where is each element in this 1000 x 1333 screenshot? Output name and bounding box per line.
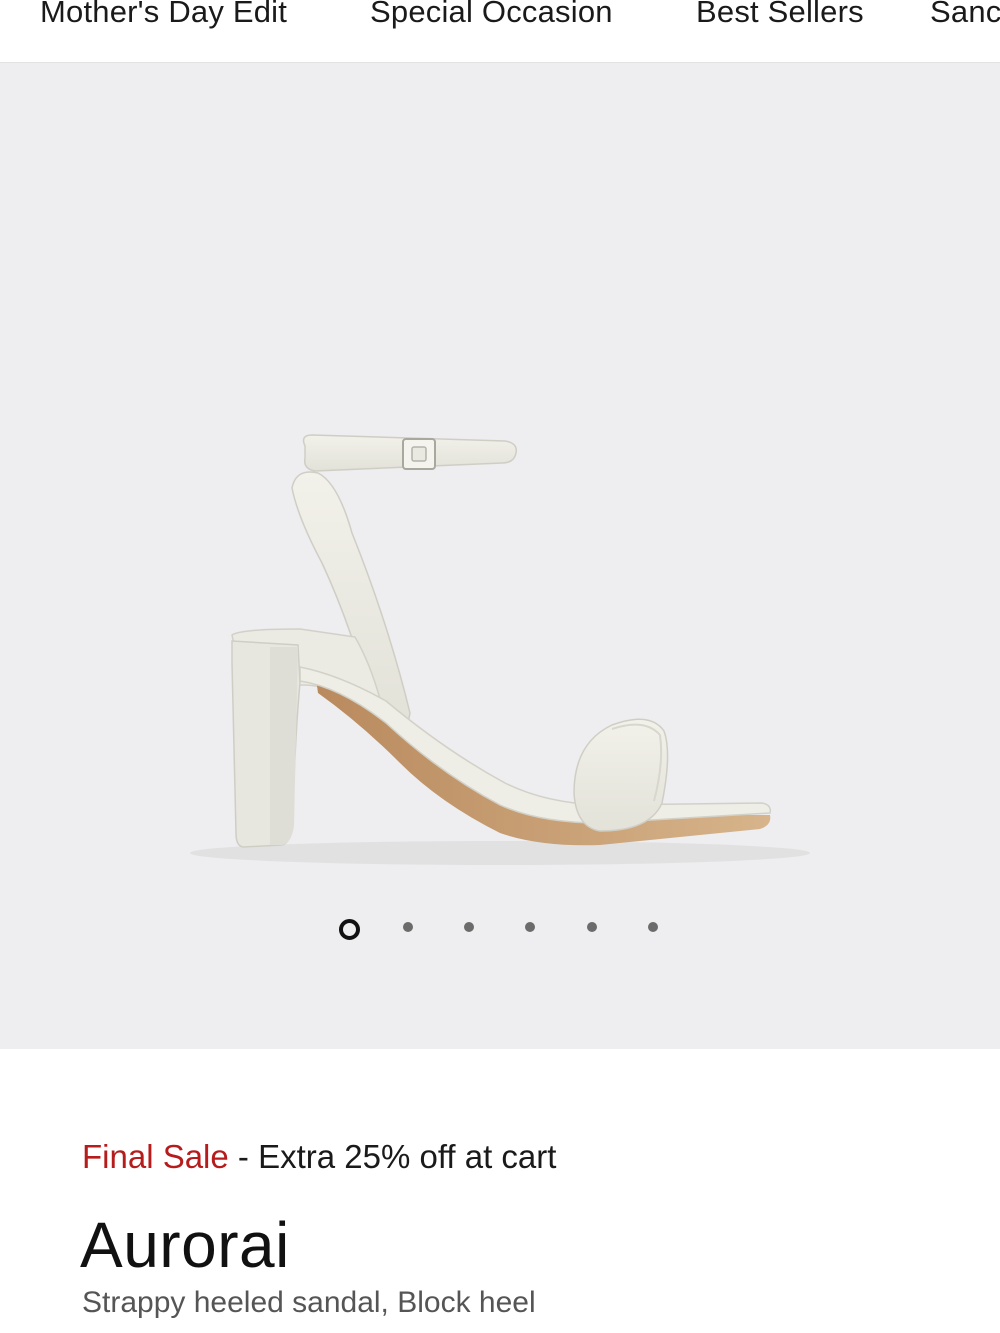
category-nav: Mother's Day Edit Special Occasion Best … (0, 0, 1000, 63)
nav-item-mothers-day-edit[interactable]: Mother's Day Edit (40, 0, 287, 36)
carousel-dot-1[interactable] (339, 919, 360, 940)
carousel-dot-6[interactable] (648, 922, 658, 932)
product-image-gallery[interactable] (0, 63, 1000, 1049)
promo-text: - Extra 25% off at cart (228, 1138, 557, 1175)
nav-item-special-occasion[interactable]: Special Occasion (370, 0, 613, 36)
final-sale-label: Final Sale (82, 1138, 229, 1175)
carousel-dot-3[interactable] (464, 922, 474, 932)
product-name: Aurorai (80, 1209, 290, 1281)
product-info: Final Sale - Extra 25% off at cart Auror… (0, 1049, 1000, 1333)
nav-item-best-sellers[interactable]: Best Sellers (696, 0, 864, 36)
carousel-dot-4[interactable] (525, 922, 535, 932)
nav-item-sandals[interactable]: Sanc (930, 0, 1000, 36)
product-description: Strappy heeled sandal, Block heel (82, 1286, 536, 1319)
promo-line: Final Sale - Extra 25% off at cart (82, 1137, 556, 1177)
product-image (190, 434, 810, 865)
carousel-dot-5[interactable] (587, 922, 597, 932)
carousel-dot-2[interactable] (403, 922, 413, 932)
